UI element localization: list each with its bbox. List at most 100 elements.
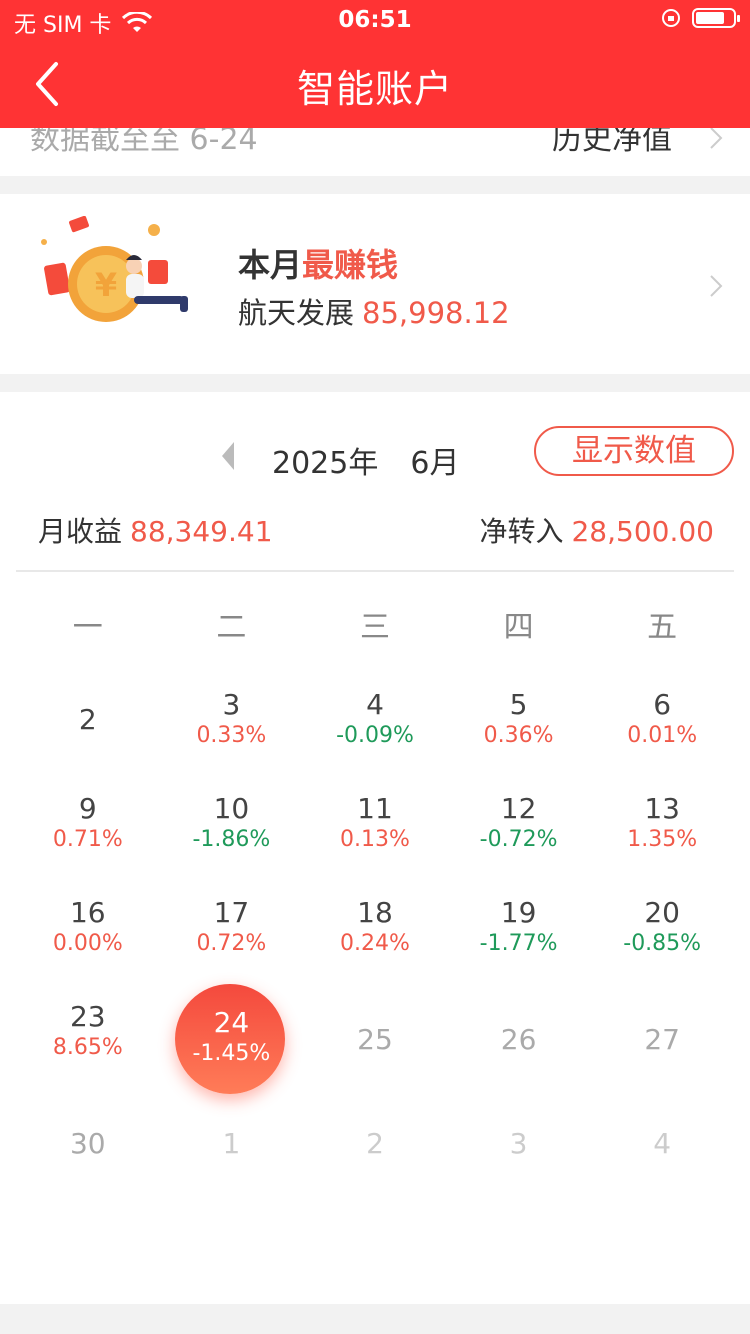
day-number: 4 — [653, 1127, 672, 1160]
day-return-percent: 8.65% — [52, 1035, 123, 1060]
calendar-week-row: 23 8.65% 24 -1.45% 25 26 27 — [16, 984, 734, 1094]
chevron-right-icon — [710, 128, 723, 149]
weekday-header: 一 二 三 四 五 — [16, 602, 734, 652]
day-number: 3 — [509, 1127, 528, 1160]
day-number: 4 — [366, 688, 384, 721]
calendar-week-row: 16 0.00% 17 0.72% 18 0.24% 19 -1.77% 20 -0.85% — [16, 882, 734, 986]
day-number: 16 — [69, 896, 106, 929]
month-text: 6月 — [410, 446, 460, 481]
day-return-percent: 0.13% — [340, 827, 410, 852]
fund-value: 85,998.12 — [362, 296, 510, 330]
day-number: 11 — [357, 792, 393, 825]
history-nav-link[interactable]: 历史净值 — [552, 128, 672, 158]
day-return-percent: -1.86% — [192, 827, 271, 852]
day-number: 17 — [213, 896, 250, 929]
income-calendar-card: 2025年 6月 显示数值 月收益 88,349.41 净转入 28,500.00 … — [0, 392, 750, 1304]
best-earner-card[interactable]: ¥ 本月最赚钱 航天发展 85,998.12 — [0, 194, 750, 374]
day-number: 6 — [653, 688, 672, 721]
calendar-day[interactable]: 24 -1.45% — [160, 984, 304, 1094]
calendar-day[interactable]: 18 0.24% — [303, 882, 447, 986]
transfer-value: 28,500.00 — [571, 515, 714, 548]
calendar-day[interactable]: 9 0.71% — [16, 778, 160, 882]
data-date-card[interactable]: 数据截至至 6-24 历史净值 — [0, 128, 750, 176]
day-number: 3 — [222, 688, 241, 721]
day-return-percent: -1.45% — [192, 1041, 271, 1066]
day-return-percent: 0.00% — [52, 931, 123, 956]
weekday-label: 三 — [359, 610, 390, 645]
calendar-day[interactable]: 10 -1.86% — [160, 778, 304, 882]
calendar-day[interactable]: 19 -1.77% — [447, 882, 591, 986]
chevron-right-icon — [710, 275, 723, 297]
day-number: 20 — [644, 896, 680, 929]
day-return-percent: 0.33% — [196, 723, 267, 748]
month-label: 2025年 6月 — [272, 438, 459, 482]
income-label: 月收益 — [38, 515, 123, 548]
nav-bar: 智能账户 — [0, 44, 750, 128]
calendar-day[interactable]: 5 0.36% — [447, 674, 591, 778]
day-return-percent: 0.01% — [627, 723, 698, 748]
calendar-day[interactable]: 25 — [303, 986, 447, 1090]
weekday-label: 二 — [216, 610, 247, 645]
day-number: 30 — [69, 1127, 106, 1160]
day-return-percent: 0.24% — [340, 931, 410, 956]
calendar-day[interactable]: 6 0.01% — [590, 674, 734, 778]
calendar-day[interactable]: 2 — [16, 674, 160, 778]
day-return-percent: 1.35% — [627, 827, 698, 852]
calendar-day[interactable]: 4 — [590, 1090, 734, 1194]
calendar-week-row: 2 3 0.33% 4 -0.09% 5 0.36% 6 0.01% — [16, 674, 734, 778]
day-number: 12 — [500, 792, 537, 825]
show-values-button[interactable]: 显示数值 — [534, 426, 734, 476]
day-return-percent: -0.72% — [479, 827, 558, 852]
month-summary: 月收益 88,349.41 净转入 28,500.00 — [38, 510, 714, 550]
weekday-label: 四 — [503, 610, 534, 645]
day-number: 23 — [69, 1000, 106, 1033]
calendar-day[interactable]: 23 8.65% — [16, 986, 160, 1090]
month-selector: 2025年 6月 显示数值 — [0, 426, 750, 486]
day-return-percent: 0.36% — [483, 723, 554, 748]
calendar-day[interactable]: 3 0.33% — [160, 674, 304, 778]
day-return-percent: 0.71% — [52, 827, 123, 852]
day-number: 18 — [357, 896, 393, 929]
day-return-percent: 0.72% — [196, 931, 267, 956]
calendar-day[interactable]: 30 — [16, 1090, 160, 1194]
day-number: 10 — [213, 792, 250, 825]
day-number: 9 — [78, 792, 97, 825]
calendar-day[interactable]: 11 0.13% — [303, 778, 447, 882]
app-header: 无 SIM 卡 06:51 智能账户 — [0, 0, 750, 128]
calendar-day[interactable]: 13 1.35% — [590, 778, 734, 882]
fund-name: 航天发展 — [238, 296, 355, 330]
calendar-day[interactable]: 26 — [447, 986, 591, 1090]
clock: 06:51 — [338, 7, 412, 33]
calendar-day[interactable]: 27 — [590, 986, 734, 1090]
calendar-day[interactable]: 16 0.00% — [16, 882, 160, 986]
weekday-label: 一 — [72, 610, 103, 645]
weekday-label: 五 — [647, 610, 678, 645]
divider — [16, 570, 734, 572]
income-value: 88,349.41 — [130, 515, 273, 548]
calendar-day[interactable]: 2 — [303, 1090, 447, 1194]
calendar-day[interactable]: 1 — [160, 1090, 304, 1194]
day-return-percent: -0.85% — [623, 931, 702, 956]
page-title: 智能账户 — [296, 67, 453, 111]
svg-text:¥: ¥ — [95, 266, 117, 304]
day-number: 13 — [644, 792, 680, 825]
data-date-text: 数据截至至 6-24 — [30, 128, 258, 157]
transfer-label: 净转入 — [479, 515, 564, 548]
status-bar: 无 SIM 卡 06:51 — [0, 0, 750, 40]
calendar-day[interactable]: 4 -0.09% — [303, 674, 447, 778]
year-text: 2025年 — [272, 446, 379, 481]
calendar-grid: 2 3 0.33% 4 -0.09% 5 0.36% 6 0.01% 9 0.71% 10 -1.86%… — [16, 674, 734, 1194]
battery-icon — [692, 8, 740, 28]
day-number: 2 — [78, 703, 97, 736]
day-number: 24 — [213, 1006, 250, 1039]
calendar-day[interactable]: 20 -0.85% — [590, 882, 734, 986]
calendar-week-row: 9 0.71% 10 -1.86% 11 0.13% 12 -0.72% 13 1.35% — [16, 778, 734, 882]
calendar-day[interactable]: 3 — [447, 1090, 591, 1194]
best-earner-detail: 航天发展 85,998.12 — [238, 290, 510, 332]
day-number: 2 — [366, 1127, 384, 1160]
day-number: 1 — [222, 1127, 241, 1160]
calendar-day[interactable]: 12 -0.72% — [447, 778, 591, 882]
day-return-percent: -0.09% — [336, 723, 414, 748]
prev-month-arrow-icon[interactable] — [218, 440, 238, 472]
calendar-day[interactable]: 17 0.72% — [160, 882, 304, 986]
